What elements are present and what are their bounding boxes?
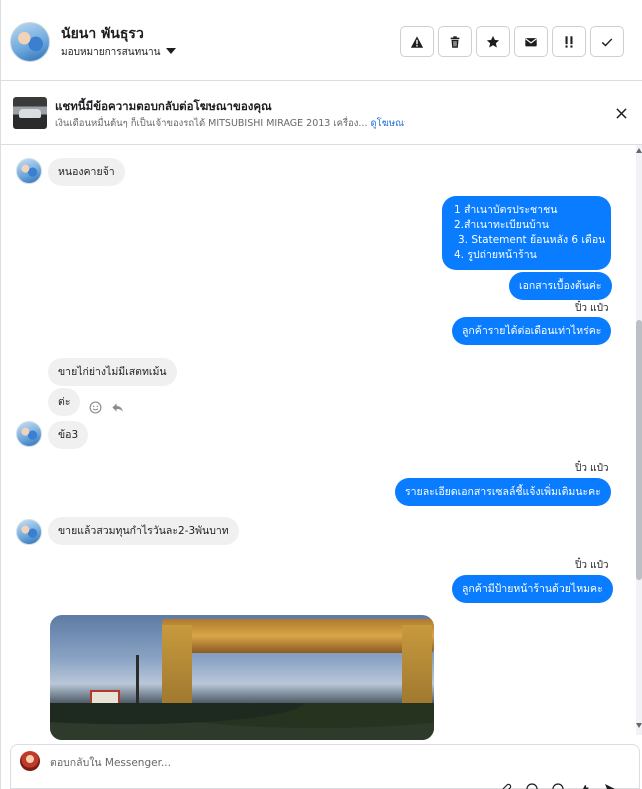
mark-done-button[interactable]	[590, 26, 624, 57]
view-ad-link[interactable]: ดูโฆษณา	[371, 118, 406, 129]
scrollbar-thumb[interactable]	[636, 320, 642, 580]
attachment-icon[interactable]	[500, 780, 512, 789]
scroll-down-arrow-icon[interactable]	[636, 723, 642, 728]
composer-toolbar	[500, 780, 616, 789]
ad-banner-subtitle: เงินเดือนหมื่นต้นๆ ก็เป็นเจ้าของรถได้ MI…	[55, 116, 405, 131]
exclamation-icon	[565, 35, 573, 48]
message-incoming[interactable]: ขายไก่ย่างไม่มีเสตทเม้น	[48, 358, 177, 386]
message-incoming[interactable]: ข้อ3	[48, 421, 89, 449]
message-photo[interactable]	[50, 615, 434, 740]
message-actions	[88, 400, 124, 414]
photo-gate-arch	[162, 619, 434, 653]
assign-conversation-dropdown[interactable]: มอบหมายการสนทนาน	[61, 45, 177, 60]
message-line: 3. Statement ย้อนหลัง 6 เดือน	[458, 234, 606, 246]
caret-down-icon	[166, 48, 177, 54]
message-outgoing[interactable]: ลูกค้ามีป้ายหน้าร้านด้วยไหมคะ	[452, 575, 613, 603]
assign-label: มอบหมายการสนทนาน	[61, 47, 161, 58]
saved-reply-icon[interactable]	[552, 780, 564, 789]
scroll-up-arrow-icon[interactable]	[636, 148, 642, 153]
send-icon[interactable]	[604, 780, 616, 789]
message-incoming[interactable]: ขายแล้วสวมทุนกำไรวันละ2-3พันบาท	[48, 517, 239, 545]
message-outgoing[interactable]: ลูกค้ารายได้ต่อเดือนเท่าไหร่คะ	[452, 317, 612, 345]
contact-avatar-small[interactable]	[16, 519, 42, 545]
star-icon	[486, 35, 500, 48]
envelope-icon	[525, 37, 537, 46]
message-line: 2.สำเนาทะเบียนบ้าน	[454, 219, 549, 231]
reply-arrow-icon[interactable]	[110, 400, 124, 414]
close-icon	[615, 107, 627, 119]
message-incoming[interactable]: หนองคายจ้า	[48, 158, 125, 186]
ad-thumbnail[interactable]	[13, 97, 47, 129]
message-outgoing[interactable]: เอกสารเบื้องต้นค่ะ	[509, 272, 612, 300]
sender-name: ปิ๋ว แป๋ว	[575, 560, 609, 571]
ad-description: เงินเดือนหมื่นต้นๆ ก็เป็นเจ้าของรถได้ MI…	[55, 118, 368, 129]
emoji-icon[interactable]	[526, 780, 538, 789]
contact-avatar-small[interactable]	[16, 158, 42, 184]
check-icon	[601, 37, 613, 46]
contact-avatar-small[interactable]	[16, 421, 42, 447]
star-button[interactable]	[476, 26, 510, 57]
react-emoji-icon[interactable]	[88, 400, 102, 414]
message-line: 4. รูปถ่ายหน้าร้าน	[454, 249, 537, 261]
sender-name: ปิ๋ว แป๋ว	[575, 303, 609, 314]
message-outgoing[interactable]: รายละเอียดเอกสารเซลล์ชี้แจ้งเพิ่มเติมนะค…	[395, 478, 611, 506]
photo-trees	[50, 703, 434, 740]
report-button[interactable]	[400, 26, 434, 57]
reply-input[interactable]	[50, 754, 450, 772]
ad-banner-title: แชทนี้มีข้อความตอบกลับต่อโฆษณาของคุณ	[55, 99, 272, 113]
warning-icon	[410, 35, 424, 48]
message-incoming[interactable]: ต่ะ	[48, 388, 81, 416]
like-icon[interactable]	[578, 780, 590, 789]
sender-name: ปิ๋ว แป๋ว	[575, 463, 609, 474]
message-outgoing[interactable]: 1 สำเนาบัตรประชาชน 2.สำเนาทะเบียนบ้าน 3.…	[442, 196, 611, 270]
close-banner-button[interactable]	[611, 103, 631, 123]
message-line: 1 สำเนาบัตรประชาชน	[454, 204, 558, 216]
chat-scrollbar[interactable]	[636, 145, 642, 735]
delete-button[interactable]	[438, 26, 472, 57]
page-avatar	[20, 751, 40, 771]
trash-icon	[450, 35, 460, 48]
contact-name[interactable]: นัยนา พันธุรว	[61, 23, 144, 45]
mark-spam-button[interactable]	[552, 26, 586, 57]
contact-avatar[interactable]	[10, 22, 50, 62]
mark-unread-button[interactable]	[514, 26, 548, 57]
